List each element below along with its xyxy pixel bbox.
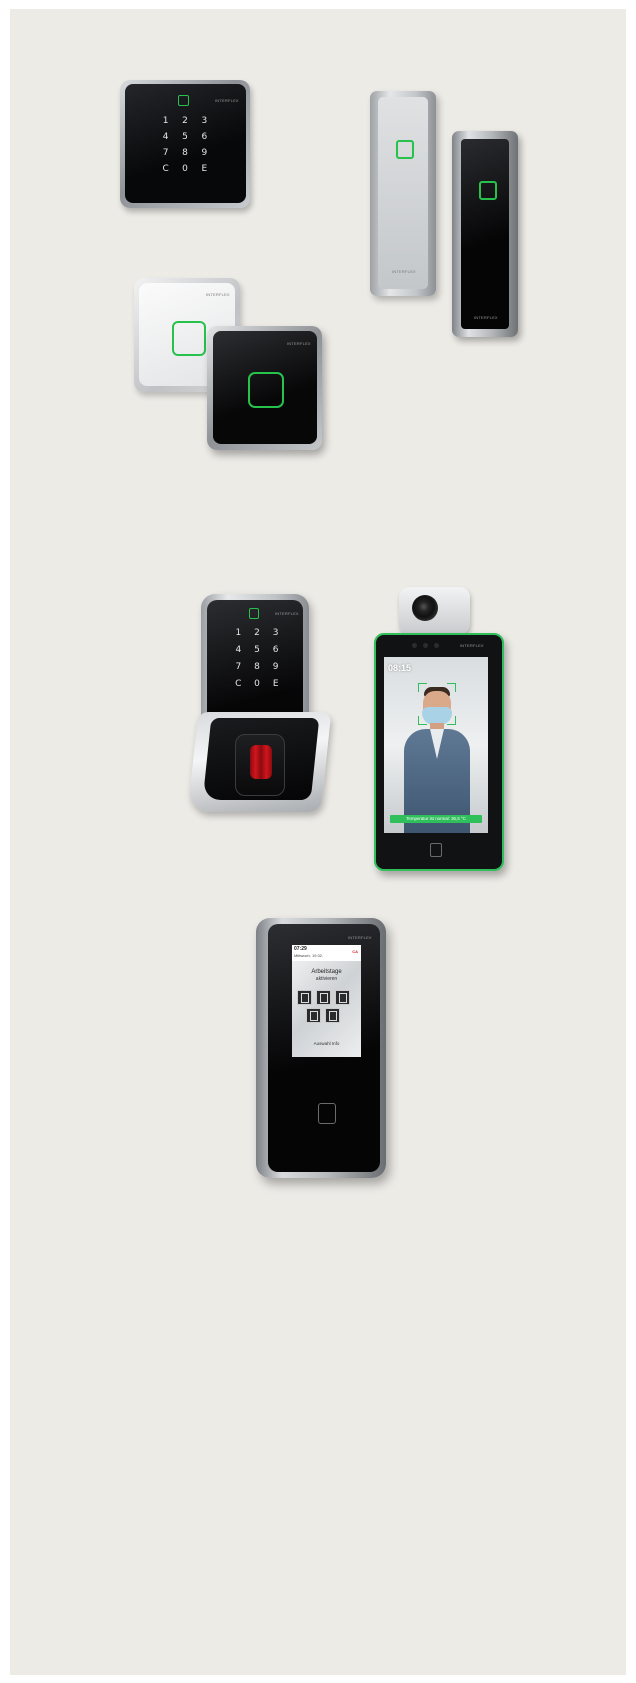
key-6[interactable]: 6 <box>195 132 214 142</box>
key-c[interactable]: C <box>156 164 175 174</box>
brand-logo: INTERFLEX <box>460 643 484 648</box>
thermal-camera <box>399 587 470 634</box>
nfc-reader-icon[interactable] <box>318 1103 336 1124</box>
rfid-symbol-icon <box>396 140 414 159</box>
key-e[interactable]: E <box>266 679 285 689</box>
keypad: 1 2 3 4 5 6 7 8 9 C 0 E <box>229 628 285 689</box>
slim-reader-black: INTERFLEX <box>452 131 518 337</box>
face-recognition-terminal: INTERFLEX 08:15 Temperatur ist normal: 3… <box>374 587 504 871</box>
product-panel: INTERFLEX 1 2 3 4 5 6 7 8 9 C 0 E INTERF… <box>10 9 626 1675</box>
screen-heading-1: Arbeitstage <box>311 969 342 975</box>
face-screen: 08:15 Temperatur ist normal: 36,5 °C <box>384 657 488 833</box>
brand-logo: INTERFLEX <box>392 269 416 274</box>
key-4[interactable]: 4 <box>229 645 248 655</box>
rfid-symbol-icon <box>172 321 206 356</box>
key-5[interactable]: 5 <box>248 645 267 655</box>
key-1[interactable]: 1 <box>156 116 175 126</box>
rfid-symbol-icon <box>248 372 284 408</box>
led-indicator-icon <box>249 608 259 619</box>
touch-terminal: INTERFLEX 07:29 Mittwoch, 19.02. CA Arbe… <box>256 918 386 1178</box>
key-7[interactable]: 7 <box>156 148 175 158</box>
key-3[interactable]: 3 <box>266 628 285 638</box>
touch-screen[interactable]: 07:29 Mittwoch, 19.02. CA Arbeitstage ak… <box>292 945 361 1057</box>
screen-footer: Auswahl Info <box>313 1041 340 1046</box>
face-detection-frame <box>418 683 456 725</box>
menu-tile-3[interactable] <box>335 990 350 1005</box>
keypad: 1 2 3 4 5 6 7 8 9 C 0 E <box>156 116 214 174</box>
nfc-reader-icon[interactable] <box>430 843 442 857</box>
key-e[interactable]: E <box>195 164 214 174</box>
key-5[interactable]: 5 <box>175 132 194 142</box>
tile-door-icon <box>320 993 328 1003</box>
key-0[interactable]: 0 <box>248 679 267 689</box>
key-2[interactable]: 2 <box>175 116 194 126</box>
rfid-symbol-icon <box>479 181 497 200</box>
brand-logo: INTERFLEX <box>215 98 239 103</box>
camera-lens-icon <box>412 595 438 621</box>
brand-logo: INTERFLEX <box>348 935 372 940</box>
tile-door-icon <box>339 993 347 1003</box>
sensor-dots-icon <box>412 643 442 649</box>
screen-heading-2: aktivieren <box>315 976 338 982</box>
clock-text: 07:29 <box>294 946 307 952</box>
tile-door-icon <box>301 993 309 1003</box>
key-1[interactable]: 1 <box>229 628 248 638</box>
key-8[interactable]: 8 <box>248 662 267 672</box>
key-9[interactable]: 9 <box>266 662 285 672</box>
key-3[interactable]: 3 <box>195 116 214 126</box>
tile-door-icon <box>310 1011 318 1021</box>
brand-logo: INTERFLEX <box>275 611 299 616</box>
key-c[interactable]: C <box>229 679 248 689</box>
key-2[interactable]: 2 <box>248 628 267 638</box>
led-indicator-icon <box>178 95 189 106</box>
key-6[interactable]: 6 <box>266 645 285 655</box>
menu-tile-1[interactable] <box>297 990 312 1005</box>
slim-reader-silver: INTERFLEX <box>370 91 436 296</box>
menu-tile-2[interactable] <box>316 990 331 1005</box>
brand-logo: INTERFLEX <box>287 341 311 346</box>
key-9[interactable]: 9 <box>195 148 214 158</box>
menu-tile-4[interactable] <box>306 1008 321 1023</box>
tile-door-icon <box>329 1011 337 1021</box>
clock-text: 08:15 <box>388 663 412 673</box>
brand-logo: INTERFLEX <box>206 292 230 297</box>
fingerprint-sensor-icon[interactable] <box>235 734 285 796</box>
key-8[interactable]: 8 <box>175 148 194 158</box>
key-7[interactable]: 7 <box>229 662 248 672</box>
keypad-reader: INTERFLEX 1 2 3 4 5 6 7 8 9 C 0 E <box>120 80 250 208</box>
square-reader-black: INTERFLEX <box>207 326 322 450</box>
brand-logo: INTERFLEX <box>474 315 498 320</box>
temperature-banner: Temperatur ist normal: 36,5 °C <box>390 815 482 823</box>
fingerprint-terminal: INTERFLEX 1 2 3 4 5 6 7 8 9 C 0 E <box>187 594 332 814</box>
key-4[interactable]: 4 <box>156 132 175 142</box>
date-text: Mittwoch, 19.02. <box>294 953 324 958</box>
menu-tile-5[interactable] <box>325 1008 340 1023</box>
key-0[interactable]: 0 <box>175 164 194 174</box>
status-badge: CA <box>352 949 358 954</box>
